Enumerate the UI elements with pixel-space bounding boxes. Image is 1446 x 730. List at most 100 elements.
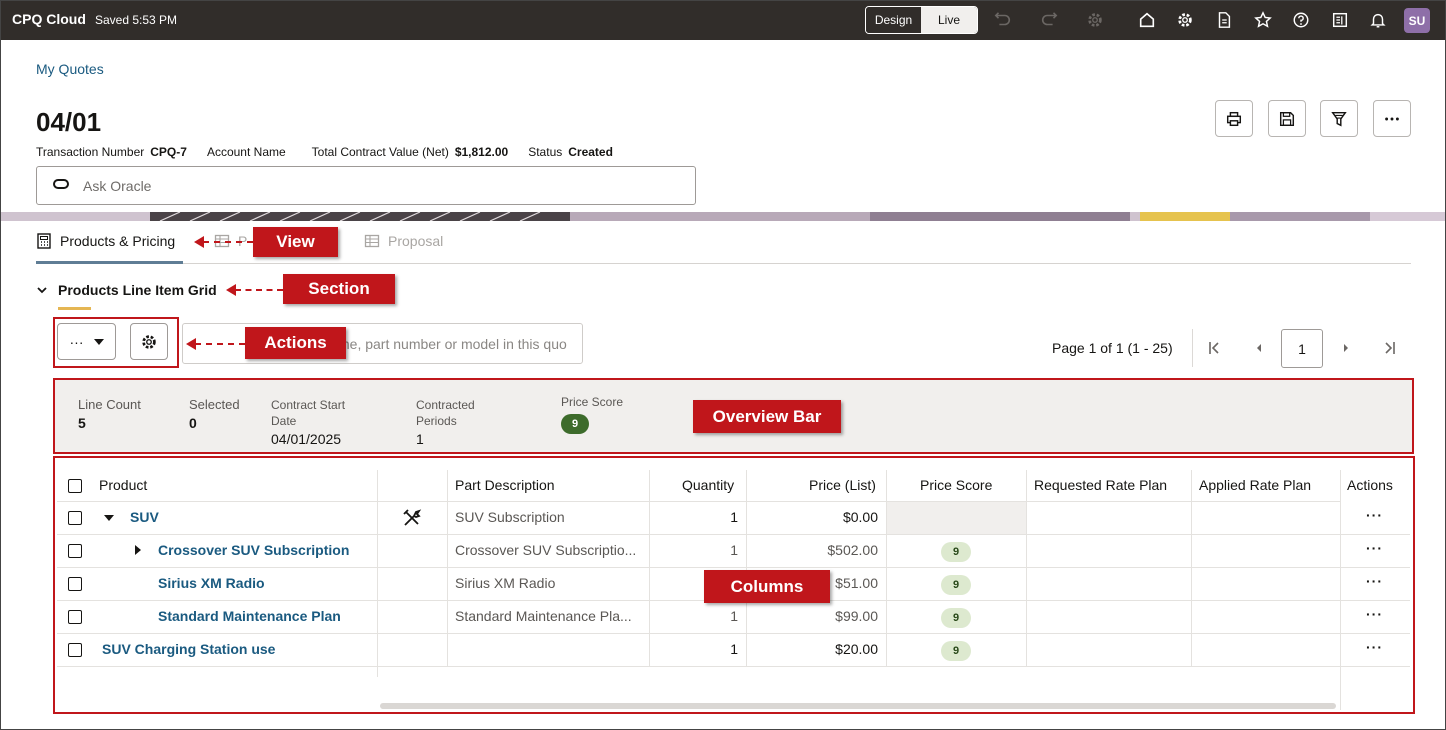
document-icon[interactable]	[1214, 10, 1234, 30]
col-header-requested-rate-plan[interactable]: Requested Rate Plan	[1034, 477, 1167, 493]
product-link[interactable]: Crossover SUV Subscription	[158, 542, 349, 558]
grid-actions-label: ···	[69, 333, 84, 350]
row-actions-button[interactable]: ···	[1366, 606, 1383, 622]
row-actions-button[interactable]: ···	[1366, 507, 1383, 523]
home-icon[interactable]	[1137, 10, 1157, 30]
quantity: 1	[730, 542, 738, 558]
quantity: 1	[730, 608, 738, 624]
row-actions-button[interactable]: ···	[1366, 639, 1383, 655]
grid-search-placeholder: me, part number or model in this quo	[338, 336, 567, 352]
horizontal-scrollbar[interactable]	[380, 703, 1336, 709]
ellipsis-icon	[1385, 117, 1399, 120]
overview-price-score: Price Score 9	[561, 394, 623, 434]
row-checkbox[interactable]	[68, 544, 82, 558]
user-avatar[interactable]: SU	[1404, 8, 1430, 33]
row-checkbox[interactable]	[68, 610, 82, 624]
first-page-icon[interactable]	[1207, 339, 1221, 357]
select-all-checkbox[interactable]	[68, 479, 82, 493]
callout-view: View	[253, 227, 338, 257]
grid-settings-button[interactable]	[130, 323, 168, 360]
meta-transaction-number: Transaction Number CPQ-7	[36, 145, 187, 159]
configure-tools-icon[interactable]	[402, 509, 422, 527]
price-score-badge: 9	[941, 641, 971, 661]
col-header-price-score[interactable]: Price Score	[920, 477, 992, 493]
oracle-icon	[53, 179, 69, 189]
price-list: $99.00	[835, 608, 878, 624]
calculator-icon	[37, 233, 51, 249]
tab-products-pricing[interactable]: Products & Pricing	[36, 233, 175, 249]
row-checkbox[interactable]	[68, 511, 82, 525]
settings-disabled-icon[interactable]	[1085, 10, 1105, 30]
tab-proposal[interactable]: Proposal	[364, 233, 443, 249]
row-actions-button[interactable]: ···	[1366, 540, 1383, 556]
col-header-price-list[interactable]: Price (List)	[809, 477, 876, 493]
section-accent	[58, 307, 91, 310]
tab-products-pricing-label: Products & Pricing	[60, 233, 176, 249]
meta-total-contract-value: Total Contract Value (Net) $1,812.00	[311, 145, 509, 159]
page-title: 04/01	[36, 107, 102, 137]
caret-right-icon[interactable]	[134, 545, 142, 555]
product-link[interactable]: Sirius XM Radio	[158, 575, 265, 591]
app-title: CPQ Cloud	[12, 11, 86, 27]
mode-live-button[interactable]: Live	[921, 7, 977, 33]
print-button[interactable]	[1215, 100, 1253, 137]
view-arrow-line	[203, 241, 253, 243]
product-link[interactable]: SUV Charging Station use	[102, 641, 275, 657]
table-icon	[364, 234, 380, 248]
star-icon[interactable]	[1253, 10, 1273, 30]
overview-line-count: Line Count 5	[78, 397, 141, 431]
filter-button[interactable]	[1320, 100, 1358, 137]
grid-actions-menu-button[interactable]: ···	[57, 323, 116, 360]
chevron-down-icon	[37, 287, 47, 294]
top-bar: CPQ Cloud Saved 5:53 PM Design Live SU	[0, 0, 1446, 40]
next-page-icon[interactable]	[1339, 339, 1353, 357]
undo-icon[interactable]	[993, 10, 1013, 30]
overview-contracted-periods: Contracted Periods 1	[416, 398, 475, 447]
empty-score-cell	[887, 502, 1026, 534]
breadcrumb-my-quotes[interactable]: My Quotes	[36, 61, 104, 77]
product-link[interactable]: Standard Maintenance Plan	[158, 608, 341, 624]
save-button[interactable]	[1268, 100, 1306, 137]
more-actions-button[interactable]	[1373, 100, 1411, 137]
help-icon[interactable]	[1291, 10, 1311, 30]
page-number-input[interactable]: 1	[1281, 329, 1323, 368]
gear-icon[interactable]	[1175, 10, 1195, 30]
col-header-part-description[interactable]: Part Description	[455, 477, 555, 493]
pager-divider	[1192, 329, 1193, 367]
notes-icon[interactable]	[1330, 10, 1350, 30]
meta-status: Status Created	[528, 145, 613, 159]
part-description: Crossover SUV Subscriptio...	[455, 542, 637, 558]
col-header-applied-rate-plan[interactable]: Applied Rate Plan	[1199, 477, 1311, 493]
previous-page-icon[interactable]	[1252, 339, 1266, 357]
ask-oracle-input[interactable]: Ask Oracle	[36, 166, 696, 205]
redo-icon[interactable]	[1039, 10, 1059, 30]
row-actions-button[interactable]: ···	[1366, 573, 1383, 589]
price-score-badge: 9	[941, 542, 971, 562]
row-checkbox[interactable]	[68, 577, 82, 591]
funnel-icon	[1331, 111, 1347, 126]
col-header-quantity[interactable]: Quantity	[682, 477, 734, 493]
row-checkbox[interactable]	[68, 643, 82, 657]
meta-account-name: Account Name	[206, 145, 286, 159]
price-list: $0.00	[842, 509, 878, 525]
callout-section: Section	[283, 274, 395, 304]
pager-summary: Page 1 of 1 (1 - 25)	[1052, 340, 1173, 356]
saved-status: Saved 5:53 PM	[95, 13, 178, 27]
tab-proposal-label: Proposal	[388, 233, 444, 249]
price-score-badge: 9	[941, 608, 971, 628]
overview-contract-start-date: Contract Start Date 04/01/2025	[271, 398, 346, 447]
price-list: $502.00	[827, 542, 878, 558]
last-page-icon[interactable]	[1383, 339, 1397, 357]
tab-bar-divider	[36, 263, 1411, 264]
section-arrow-line	[235, 289, 283, 291]
mode-design-button[interactable]: Design	[866, 7, 921, 33]
bell-icon[interactable]	[1368, 10, 1388, 30]
price-list: $51.00	[835, 575, 878, 591]
col-header-product[interactable]: Product	[99, 477, 147, 493]
decorative-banner	[0, 212, 1446, 221]
section-header[interactable]: Products Line Item Grid	[36, 282, 217, 298]
caret-down-icon[interactable]	[104, 514, 114, 522]
quantity: 1	[730, 641, 738, 657]
product-link[interactable]: SUV	[130, 509, 159, 525]
caret-down-icon	[93, 338, 104, 345]
